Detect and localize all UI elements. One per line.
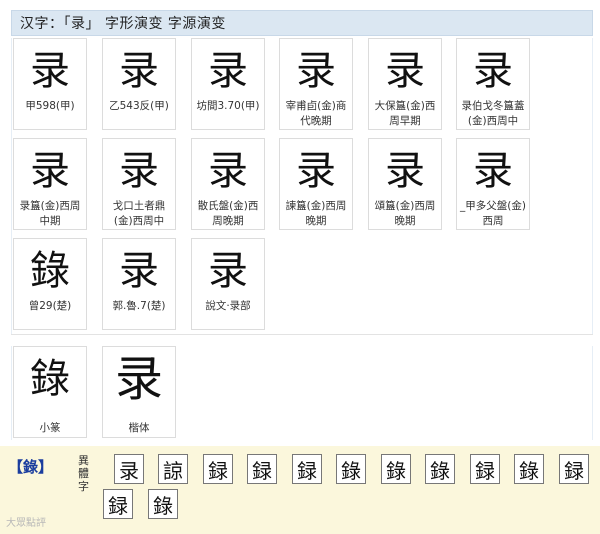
- variant-glyph[interactable]: 録: [247, 454, 277, 484]
- glyph-card[interactable]: 录 录簋(金)西周中期: [13, 138, 87, 230]
- page-header: 汉字：「录」 字形演变 字源演变: [11, 10, 593, 36]
- glyph-caption: 戈口土者鼎(金)西周中: [112, 200, 166, 227]
- variant-glyph[interactable]: 録: [203, 454, 233, 484]
- glyph-card[interactable]: 录 楷体: [102, 346, 176, 438]
- glyph-image: 录: [208, 248, 248, 294]
- variant-glyph[interactable]: 錄: [425, 454, 455, 484]
- glyph-caption: 录伯戈冬簋蓋(金)西周中: [461, 100, 525, 127]
- glyph-caption: 說文·录部: [205, 300, 251, 312]
- glyph-caption: 頌簋(金)西周晚期: [374, 200, 436, 227]
- glyph-card[interactable]: 录 諫簋(金)西周晚期: [279, 138, 353, 230]
- glyph-caption: 曾29(楚): [28, 300, 72, 312]
- glyph-card[interactable]: 录 戈口土者鼎(金)西周中: [102, 138, 176, 230]
- glyph-caption: 宰甫卣(金)商代晚期: [285, 100, 347, 127]
- variant-glyph[interactable]: 錄: [336, 454, 366, 484]
- variant-heading[interactable]: 【錄】: [8, 456, 53, 477]
- glyph-caption: 郭.魯.7(楚): [112, 300, 166, 312]
- glyph-image: 录: [473, 148, 513, 194]
- glyph-card[interactable]: 录 說文·录部: [191, 238, 265, 330]
- glyph-caption: 乙543反(甲): [109, 100, 169, 112]
- glyph-card[interactable]: 录 宰甫卣(金)商代晚期: [279, 38, 353, 130]
- glyph-image: 录: [296, 48, 336, 94]
- glyph-image: 录: [119, 148, 159, 194]
- variant-glyph[interactable]: 録: [292, 454, 322, 484]
- glyph-image: 录: [114, 351, 163, 407]
- variant-glyph[interactable]: 錄: [514, 454, 544, 484]
- variant-section: 【錄】 異體字 录 諒 録 録 録 錄 錄 錄 録 錄 録 録 錄: [0, 446, 600, 534]
- variant-glyph[interactable]: 录: [114, 454, 144, 484]
- glyph-card[interactable]: 录 _甲多父盤(金)西周: [456, 138, 530, 230]
- glyph-caption: 坊間3.70(甲): [196, 100, 260, 112]
- glyph-image: 录: [473, 48, 513, 94]
- glyph-image: 錄: [30, 356, 70, 402]
- glyph-card[interactable]: 录 散氏盤(金)西周晚期: [191, 138, 265, 230]
- glyph-card[interactable]: 录 录伯戈冬簋蓋(金)西周中: [456, 38, 530, 130]
- variant-glyph[interactable]: 録: [103, 489, 133, 519]
- script-grid: 錄 小篆 录 楷体: [11, 346, 593, 440]
- glyph-image: 录: [296, 148, 336, 194]
- glyph-caption: 楷体: [128, 422, 150, 434]
- glyph-image: 录: [30, 148, 70, 194]
- variant-glyph[interactable]: 録: [470, 454, 500, 484]
- glyph-card[interactable]: 录 坊間3.70(甲): [191, 38, 265, 130]
- glyph-image: 录: [30, 48, 70, 94]
- glyph-caption: 諫簋(金)西周晚期: [285, 200, 347, 227]
- variant-tag: 異體字: [78, 454, 89, 493]
- variant-glyph[interactable]: 錄: [381, 454, 411, 484]
- glyph-image: 录: [119, 48, 159, 94]
- glyph-card[interactable]: 錄 曾29(楚): [13, 238, 87, 330]
- variant-glyph[interactable]: 録: [559, 454, 589, 484]
- glyph-caption: 录簋(金)西周中期: [19, 200, 81, 227]
- glyph-caption: _甲多父盤(金)西周: [460, 200, 526, 227]
- glyph-caption: 甲598(甲): [25, 100, 75, 112]
- variant-glyph[interactable]: 錄: [148, 489, 178, 519]
- glyph-card[interactable]: 录 頌簋(金)西周晚期: [368, 138, 442, 230]
- glyph-card[interactable]: 录 郭.魯.7(楚): [102, 238, 176, 330]
- glyph-image: 录: [208, 148, 248, 194]
- section-divider: [11, 334, 593, 335]
- glyph-card[interactable]: 录 甲598(甲): [13, 38, 87, 130]
- glyph-card[interactable]: 录 大保簋(金)西周早期: [368, 38, 442, 130]
- page-title: 汉字：「录」 字形演变 字源演变: [20, 16, 226, 32]
- glyph-image: 录: [385, 48, 425, 94]
- glyph-image: 录: [208, 48, 248, 94]
- glyph-caption: 散氏盤(金)西周晚期: [197, 200, 259, 227]
- glyph-card[interactable]: 录 乙543反(甲): [102, 38, 176, 130]
- glyph-grid: 录 甲598(甲) 录 乙543反(甲) 录 坊間3.70(甲) 录 宰甫卣(金…: [11, 38, 593, 334]
- glyph-caption: 大保簋(金)西周早期: [374, 100, 436, 127]
- watermark: 大眾點評: [6, 518, 46, 529]
- glyph-image: 錄: [30, 248, 70, 294]
- variant-glyph[interactable]: 諒: [158, 454, 188, 484]
- glyph-caption: 小篆: [39, 422, 61, 434]
- glyph-image: 录: [385, 148, 425, 194]
- glyph-image: 录: [119, 248, 159, 294]
- glyph-evolution-page: 汉字：「录」 字形演变 字源演变 录 甲598(甲) 录 乙543反(甲) 录 …: [0, 0, 600, 534]
- glyph-card[interactable]: 錄 小篆: [13, 346, 87, 438]
